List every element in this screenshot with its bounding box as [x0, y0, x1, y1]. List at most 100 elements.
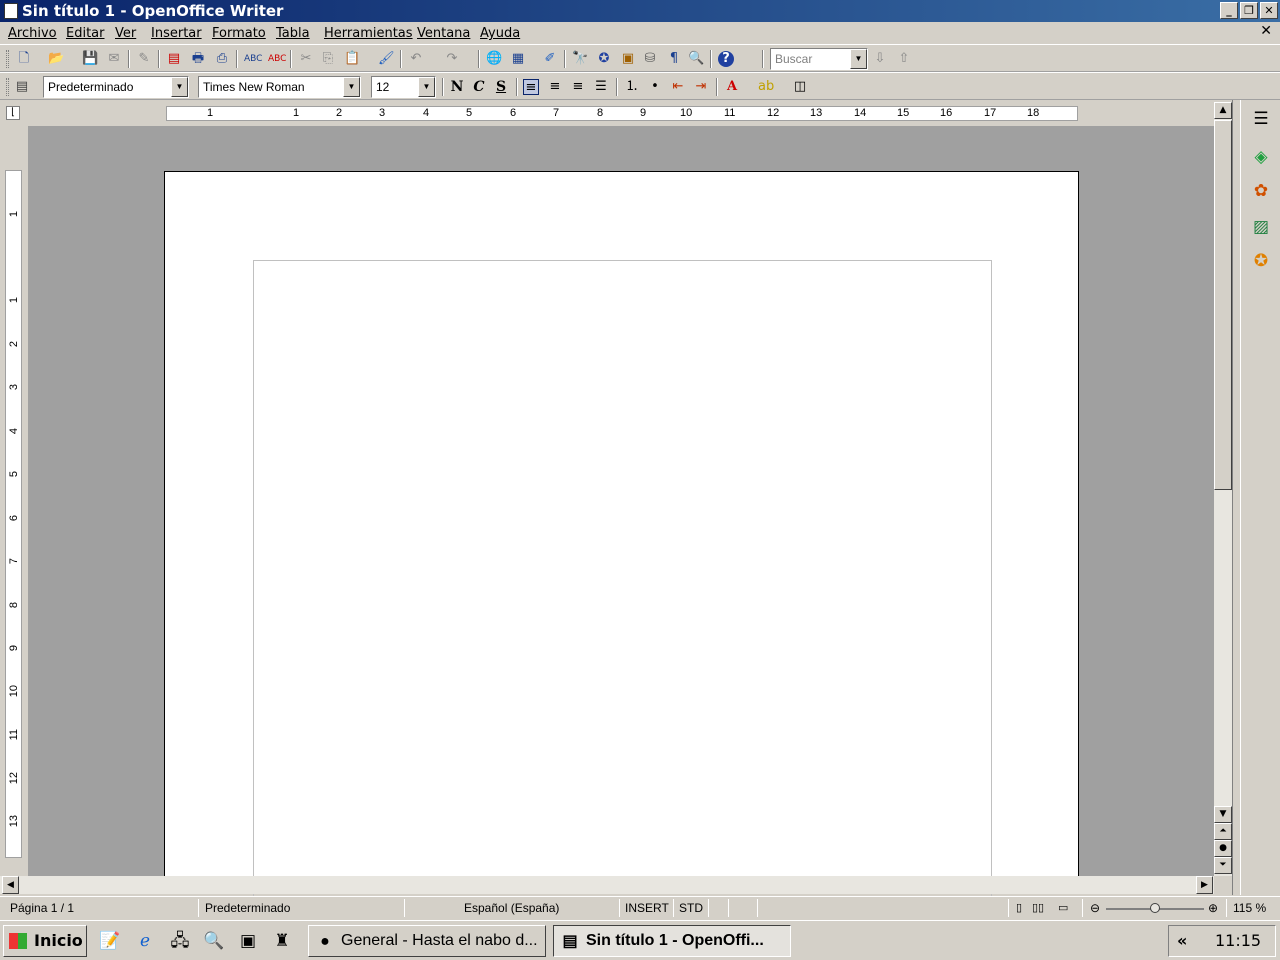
task-writer-window[interactable]: ▤ Sin título 1 - OpenOffi... — [553, 925, 791, 957]
email-icon[interactable]: ✉ — [106, 51, 122, 67]
menu-tabla[interactable]: Tabla — [276, 26, 310, 41]
font-name-select[interactable]: Times New Roman ▼ — [198, 76, 361, 98]
quick-launch-msn-icon[interactable]: ▣ — [236, 929, 260, 953]
data-sources-icon[interactable]: ⛁ — [642, 51, 658, 67]
paste-icon[interactable]: 📋 — [344, 51, 360, 67]
bold-button[interactable]: N — [448, 78, 466, 96]
toolbar-grip[interactable] — [6, 50, 9, 68]
navigator-icon[interactable]: ✪ — [596, 51, 612, 67]
quick-launch-notepad-icon[interactable]: 📝 — [98, 929, 122, 953]
chevron-down-icon[interactable]: ▼ — [343, 77, 360, 97]
close-document-icon[interactable]: ✕ — [1260, 23, 1272, 39]
task-chat-window[interactable]: ● General - Hasta el nabo d... — [308, 925, 546, 957]
spellcheck-icon[interactable]: ABC — [244, 51, 262, 67]
print-icon[interactable]: 🖶 — [190, 51, 206, 67]
menu-archivo[interactable]: Archivo — [8, 26, 57, 41]
find-replace-icon[interactable]: 🔭 — [572, 51, 588, 67]
highlighting-icon[interactable]: ab — [758, 79, 774, 95]
align-left-icon[interactable]: ≡ — [523, 79, 539, 95]
ruler-scale[interactable]: 1 1 2 3 4 5 6 7 8 9 10 11 12 13 14 15 16… — [166, 106, 1078, 121]
previous-page-icon[interactable]: ⏶ — [1214, 823, 1232, 840]
minimize-button[interactable]: _ — [1220, 2, 1238, 19]
menu-editar[interactable]: Editar — [66, 26, 105, 41]
quick-launch-network-icon[interactable]: 🖧 — [168, 929, 192, 953]
selection-mode[interactable]: STD — [679, 901, 703, 915]
font-color-icon[interactable]: A — [724, 79, 740, 95]
find-next-icon[interactable]: ⇩ — [872, 51, 888, 67]
zoom-level[interactable]: 115 % — [1233, 901, 1266, 915]
open-folder-icon[interactable]: 📂 — [48, 51, 64, 67]
book-view-icon[interactable]: ▭ — [1058, 901, 1068, 914]
zoom-slider-handle[interactable] — [1150, 903, 1160, 913]
justify-icon[interactable]: ☰ — [593, 79, 609, 95]
toolbar-grip[interactable] — [6, 78, 9, 96]
single-page-view-icon[interactable]: ▯ — [1016, 901, 1022, 914]
autospellcheck-icon[interactable]: ABC — [268, 51, 286, 67]
menu-herramientas[interactable]: Herramientas — [324, 26, 413, 41]
menu-formato[interactable]: Formato — [212, 26, 266, 41]
scroll-thumb[interactable] — [1214, 120, 1232, 490]
navigation-icon[interactable]: ● — [1214, 840, 1232, 857]
styles-formatting-icon[interactable]: ▤ — [14, 79, 30, 95]
gallery-sidebar-icon[interactable]: ▨ — [1250, 216, 1272, 238]
chevron-down-icon[interactable]: ▼ — [850, 49, 867, 69]
menu-ver[interactable]: Ver — [115, 26, 136, 41]
sidebar-menu-icon[interactable]: ☰ — [1250, 108, 1272, 130]
scroll-down-icon[interactable]: ▼ — [1214, 806, 1232, 823]
menu-insertar[interactable]: Insertar — [151, 26, 202, 41]
close-button[interactable]: ✕ — [1260, 2, 1278, 19]
menu-ventana[interactable]: Ventana — [417, 26, 470, 41]
decrease-indent-icon[interactable]: ⇤ — [670, 79, 686, 95]
clone-format-icon[interactable]: 🖌 — [378, 51, 395, 67]
vertical-ruler[interactable]: 1 1 2 3 4 5 6 7 8 9 10 11 12 13 — [5, 170, 22, 858]
copy-icon[interactable]: ⎘ — [320, 51, 336, 67]
zoom-icon[interactable]: 🔍 — [688, 51, 704, 67]
tab-stop-selector[interactable]: ⌊ — [6, 106, 20, 120]
undo-icon[interactable]: ↶ — [408, 51, 424, 67]
paragraph-style-select[interactable]: Predeterminado ▼ — [43, 76, 189, 98]
start-button[interactable]: Inicio — [3, 925, 87, 957]
print-preview-icon[interactable]: ⎙ — [214, 51, 230, 67]
export-pdf-icon[interactable]: ▤ — [166, 51, 182, 67]
edit-file-icon[interactable]: ✎ — [136, 51, 152, 67]
quick-launch-search-icon[interactable]: 🔍 — [202, 929, 226, 953]
new-document-icon[interactable]: 🗋 — [16, 51, 32, 67]
search-input[interactable]: Buscar ▼ — [770, 48, 868, 70]
hyperlink-icon[interactable]: 🌐 — [486, 51, 502, 67]
italic-button[interactable]: C — [470, 78, 488, 96]
navigator-sidebar-icon[interactable]: ✪ — [1250, 250, 1272, 272]
page-style[interactable]: Predeterminado — [205, 901, 290, 915]
zoom-out-icon[interactable]: ⊖ — [1090, 901, 1100, 915]
restore-button[interactable]: ❐ — [1240, 2, 1258, 19]
tray-expand-icon[interactable]: « — [1177, 926, 1187, 956]
styles-icon[interactable]: ✿ — [1250, 180, 1272, 202]
gallery-icon[interactable]: ▣ — [620, 51, 636, 67]
scroll-left-icon[interactable]: ◀ — [2, 876, 19, 894]
insert-mode[interactable]: INSERT — [625, 901, 669, 915]
sidebar-splitter[interactable] — [1232, 100, 1240, 895]
font-size-select[interactable]: 12 ▼ — [371, 76, 436, 98]
increase-indent-icon[interactable]: ⇥ — [693, 79, 709, 95]
quick-launch-ie-icon[interactable]: ℯ — [133, 929, 157, 953]
text-area[interactable] — [253, 260, 992, 900]
page-count[interactable]: Página 1 / 1 — [10, 901, 74, 915]
cut-icon[interactable]: ✂ — [298, 51, 314, 67]
zoom-in-icon[interactable]: ⊕ — [1208, 901, 1218, 915]
properties-icon[interactable]: ◈ — [1250, 146, 1272, 168]
find-previous-icon[interactable]: ⇧ — [896, 51, 912, 67]
horizontal-scrollbar[interactable]: ◀ ▶ — [0, 876, 1214, 894]
align-right-icon[interactable]: ≡ — [570, 79, 586, 95]
formatting-marks-icon[interactable]: ¶ — [666, 51, 682, 67]
underline-button[interactable]: S — [492, 78, 510, 96]
scroll-right-icon[interactable]: ▶ — [1196, 876, 1213, 894]
chevron-down-icon[interactable]: ▼ — [418, 77, 435, 97]
menu-ayuda[interactable]: Ayuda — [480, 26, 520, 41]
help-icon[interactable]: ? — [718, 51, 734, 67]
clock[interactable]: 11:15 — [1215, 926, 1261, 956]
chevron-down-icon[interactable]: ▼ — [171, 77, 188, 97]
next-page-icon[interactable]: ⏷ — [1214, 857, 1232, 874]
numbering-icon[interactable]: ⒈ — [624, 79, 640, 95]
bullets-icon[interactable]: • — [647, 79, 663, 95]
language[interactable]: Español (España) — [464, 901, 559, 915]
multi-page-view-icon[interactable]: ▯▯ — [1032, 901, 1044, 914]
